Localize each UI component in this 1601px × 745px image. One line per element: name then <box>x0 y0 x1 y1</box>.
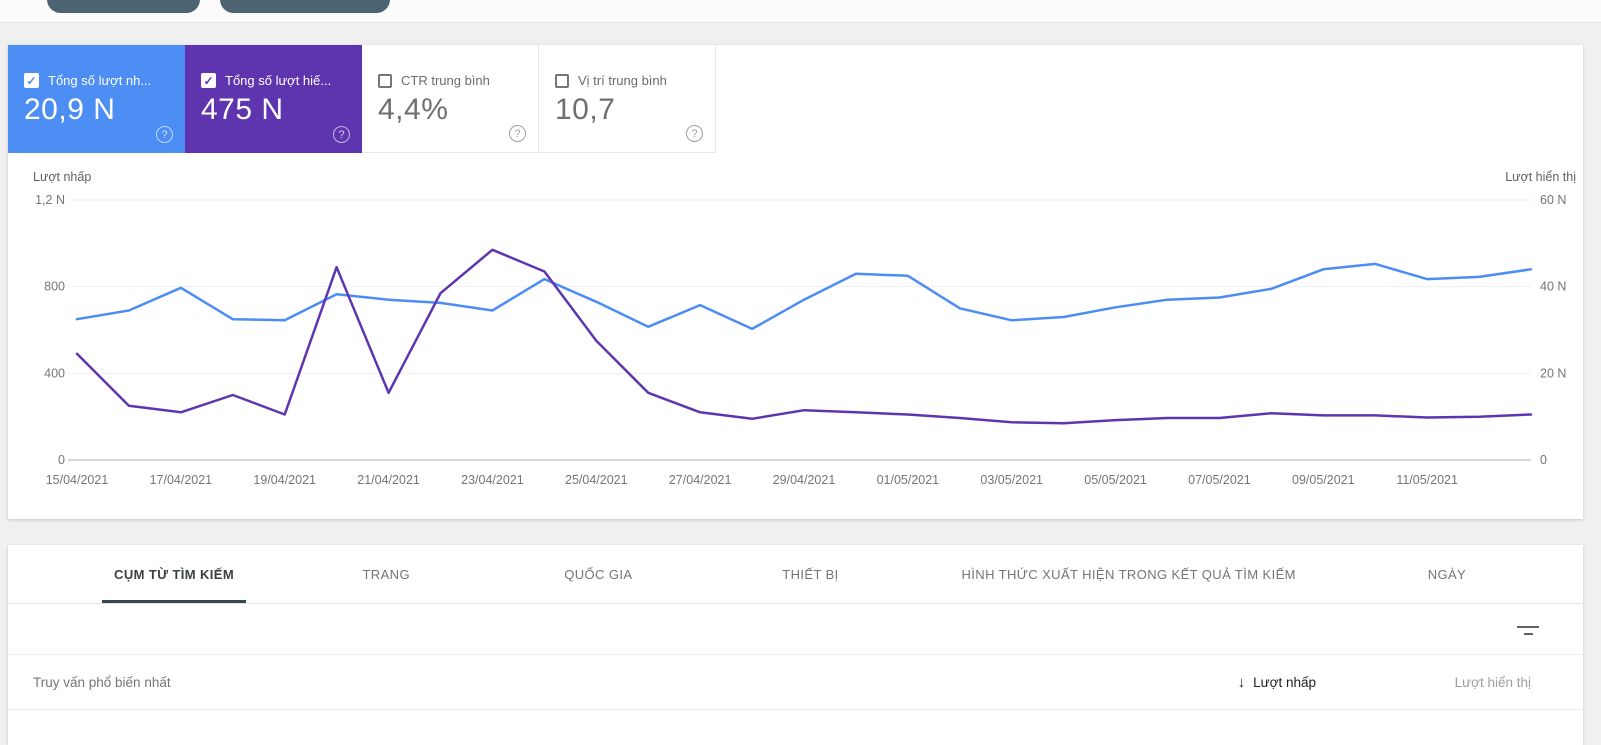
clicks-impressions-line-chart: 1,2 N 60 N 800 40 N 400 20 N 0 0 Lượt nhấp Lượt h… <box>33 170 1576 487</box>
tab-dates[interactable]: NGÀY <box>1341 545 1553 603</box>
svg-text:03/05/2021: 03/05/2021 <box>980 473 1043 487</box>
svg-text:1,2 N: 1,2 N <box>35 193 65 207</box>
metric-tiles: ✓ Tổng số lượt nh... 20,9 N ? ✓ Tổng số … <box>8 45 1583 153</box>
metric-value: 4,4% <box>378 93 449 126</box>
metric-value: 20,9 N <box>24 93 116 126</box>
column-header-clicks-sorted[interactable]: ↓ Lượt nhấp <box>1238 674 1316 691</box>
dimension-tabs: CỤM TỪ TÌM KIẾM TRANG QUỐC GIA THIẾT BỊ … <box>8 545 1583 604</box>
svg-text:29/04/2021: 29/04/2021 <box>773 473 836 487</box>
column-header-impressions[interactable]: Lượt hiển thị <box>1316 675 1531 690</box>
svg-text:Lượt nhấp: Lượt nhấp <box>33 170 91 184</box>
help-icon[interactable]: ? <box>509 125 526 142</box>
table-header-row: Truy vấn phổ biến nhất ↓ Lượt nhấp Lượt … <box>8 655 1583 710</box>
svg-text:23/04/2021: 23/04/2021 <box>461 473 524 487</box>
metric-value: 10,7 <box>555 93 616 126</box>
svg-text:27/04/2021: 27/04/2021 <box>669 473 732 487</box>
checkbox-checked-icon[interactable]: ✓ <box>201 73 216 88</box>
svg-text:20 N: 20 N <box>1540 366 1566 380</box>
svg-text:40 N: 40 N <box>1540 280 1566 294</box>
tab-search-appearance[interactable]: HÌNH THỨC XUẤT HIỆN TRONG KẾT QUẢ TÌM KI… <box>917 545 1341 603</box>
metric-tile-total-clicks[interactable]: ✓ Tổng số lượt nh... 20,9 N ? <box>8 45 185 153</box>
metric-value: 475 N <box>201 93 284 126</box>
table-filter-row <box>8 604 1583 655</box>
metric-tile-average-position[interactable]: Vị trí trung bình 10,7 ? <box>539 45 716 153</box>
svg-text:0: 0 <box>58 453 65 467</box>
tab-pages[interactable]: TRANG <box>280 545 492 603</box>
comparison-filter-pill-button[interactable] <box>220 0 390 13</box>
sort-descending-arrow-icon: ↓ <box>1237 673 1246 691</box>
tab-devices[interactable]: THIẾT BỊ <box>704 545 916 603</box>
svg-text:15/04/2021: 15/04/2021 <box>46 473 109 487</box>
checkbox-unchecked-icon[interactable] <box>378 73 392 88</box>
help-icon[interactable]: ? <box>156 126 173 143</box>
svg-text:01/05/2021: 01/05/2021 <box>877 473 940 487</box>
svg-text:60 N: 60 N <box>1540 193 1566 207</box>
metric-tile-total-impressions[interactable]: ✓ Tổng số lượt hiế... 475 N ? <box>185 45 362 153</box>
svg-text:05/05/2021: 05/05/2021 <box>1084 473 1147 487</box>
metric-label: Vị trí trung bình <box>578 73 667 88</box>
svg-text:21/04/2021: 21/04/2021 <box>357 473 420 487</box>
tab-queries[interactable]: CỤM TỪ TÌM KIẾM <box>68 545 280 603</box>
svg-text:0: 0 <box>1540 453 1547 467</box>
date-filter-pill-button[interactable] <box>47 0 200 13</box>
metric-label: CTR trung bình <box>401 73 490 88</box>
dimensions-table-card: CỤM TỪ TÌM KIẾM TRANG QUỐC GIA THIẾT BỊ … <box>8 545 1583 745</box>
svg-text:09/05/2021: 09/05/2021 <box>1292 473 1355 487</box>
svg-text:11/05/2021: 11/05/2021 <box>1396 473 1458 487</box>
metric-tile-average-ctr[interactable]: CTR trung bình 4,4% ? <box>362 45 539 153</box>
svg-text:400: 400 <box>44 366 65 380</box>
checkbox-unchecked-icon[interactable] <box>555 73 569 88</box>
performance-card: ✓ Tổng số lượt nh... 20,9 N ? ✓ Tổng số … <box>8 45 1583 519</box>
metric-label: Tổng số lượt hiế... <box>225 73 332 88</box>
svg-text:19/04/2021: 19/04/2021 <box>253 473 316 487</box>
help-icon[interactable]: ? <box>333 126 350 143</box>
svg-text:07/05/2021: 07/05/2021 <box>1188 473 1251 487</box>
help-icon[interactable]: ? <box>686 125 703 142</box>
tab-countries[interactable]: QUỐC GIA <box>492 545 704 603</box>
column-header-top-queries: Truy vấn phổ biến nhất <box>33 674 171 690</box>
svg-text:Lượt hiển thị: Lượt hiển thị <box>1505 170 1576 184</box>
top-toolbar <box>0 0 1601 23</box>
metric-label: Tổng số lượt nh... <box>48 73 152 88</box>
svg-text:25/04/2021: 25/04/2021 <box>565 473 628 487</box>
svg-text:17/04/2021: 17/04/2021 <box>150 473 213 487</box>
filter-icon[interactable] <box>1513 618 1543 642</box>
svg-text:800: 800 <box>44 280 65 294</box>
checkbox-checked-icon[interactable]: ✓ <box>24 73 39 88</box>
